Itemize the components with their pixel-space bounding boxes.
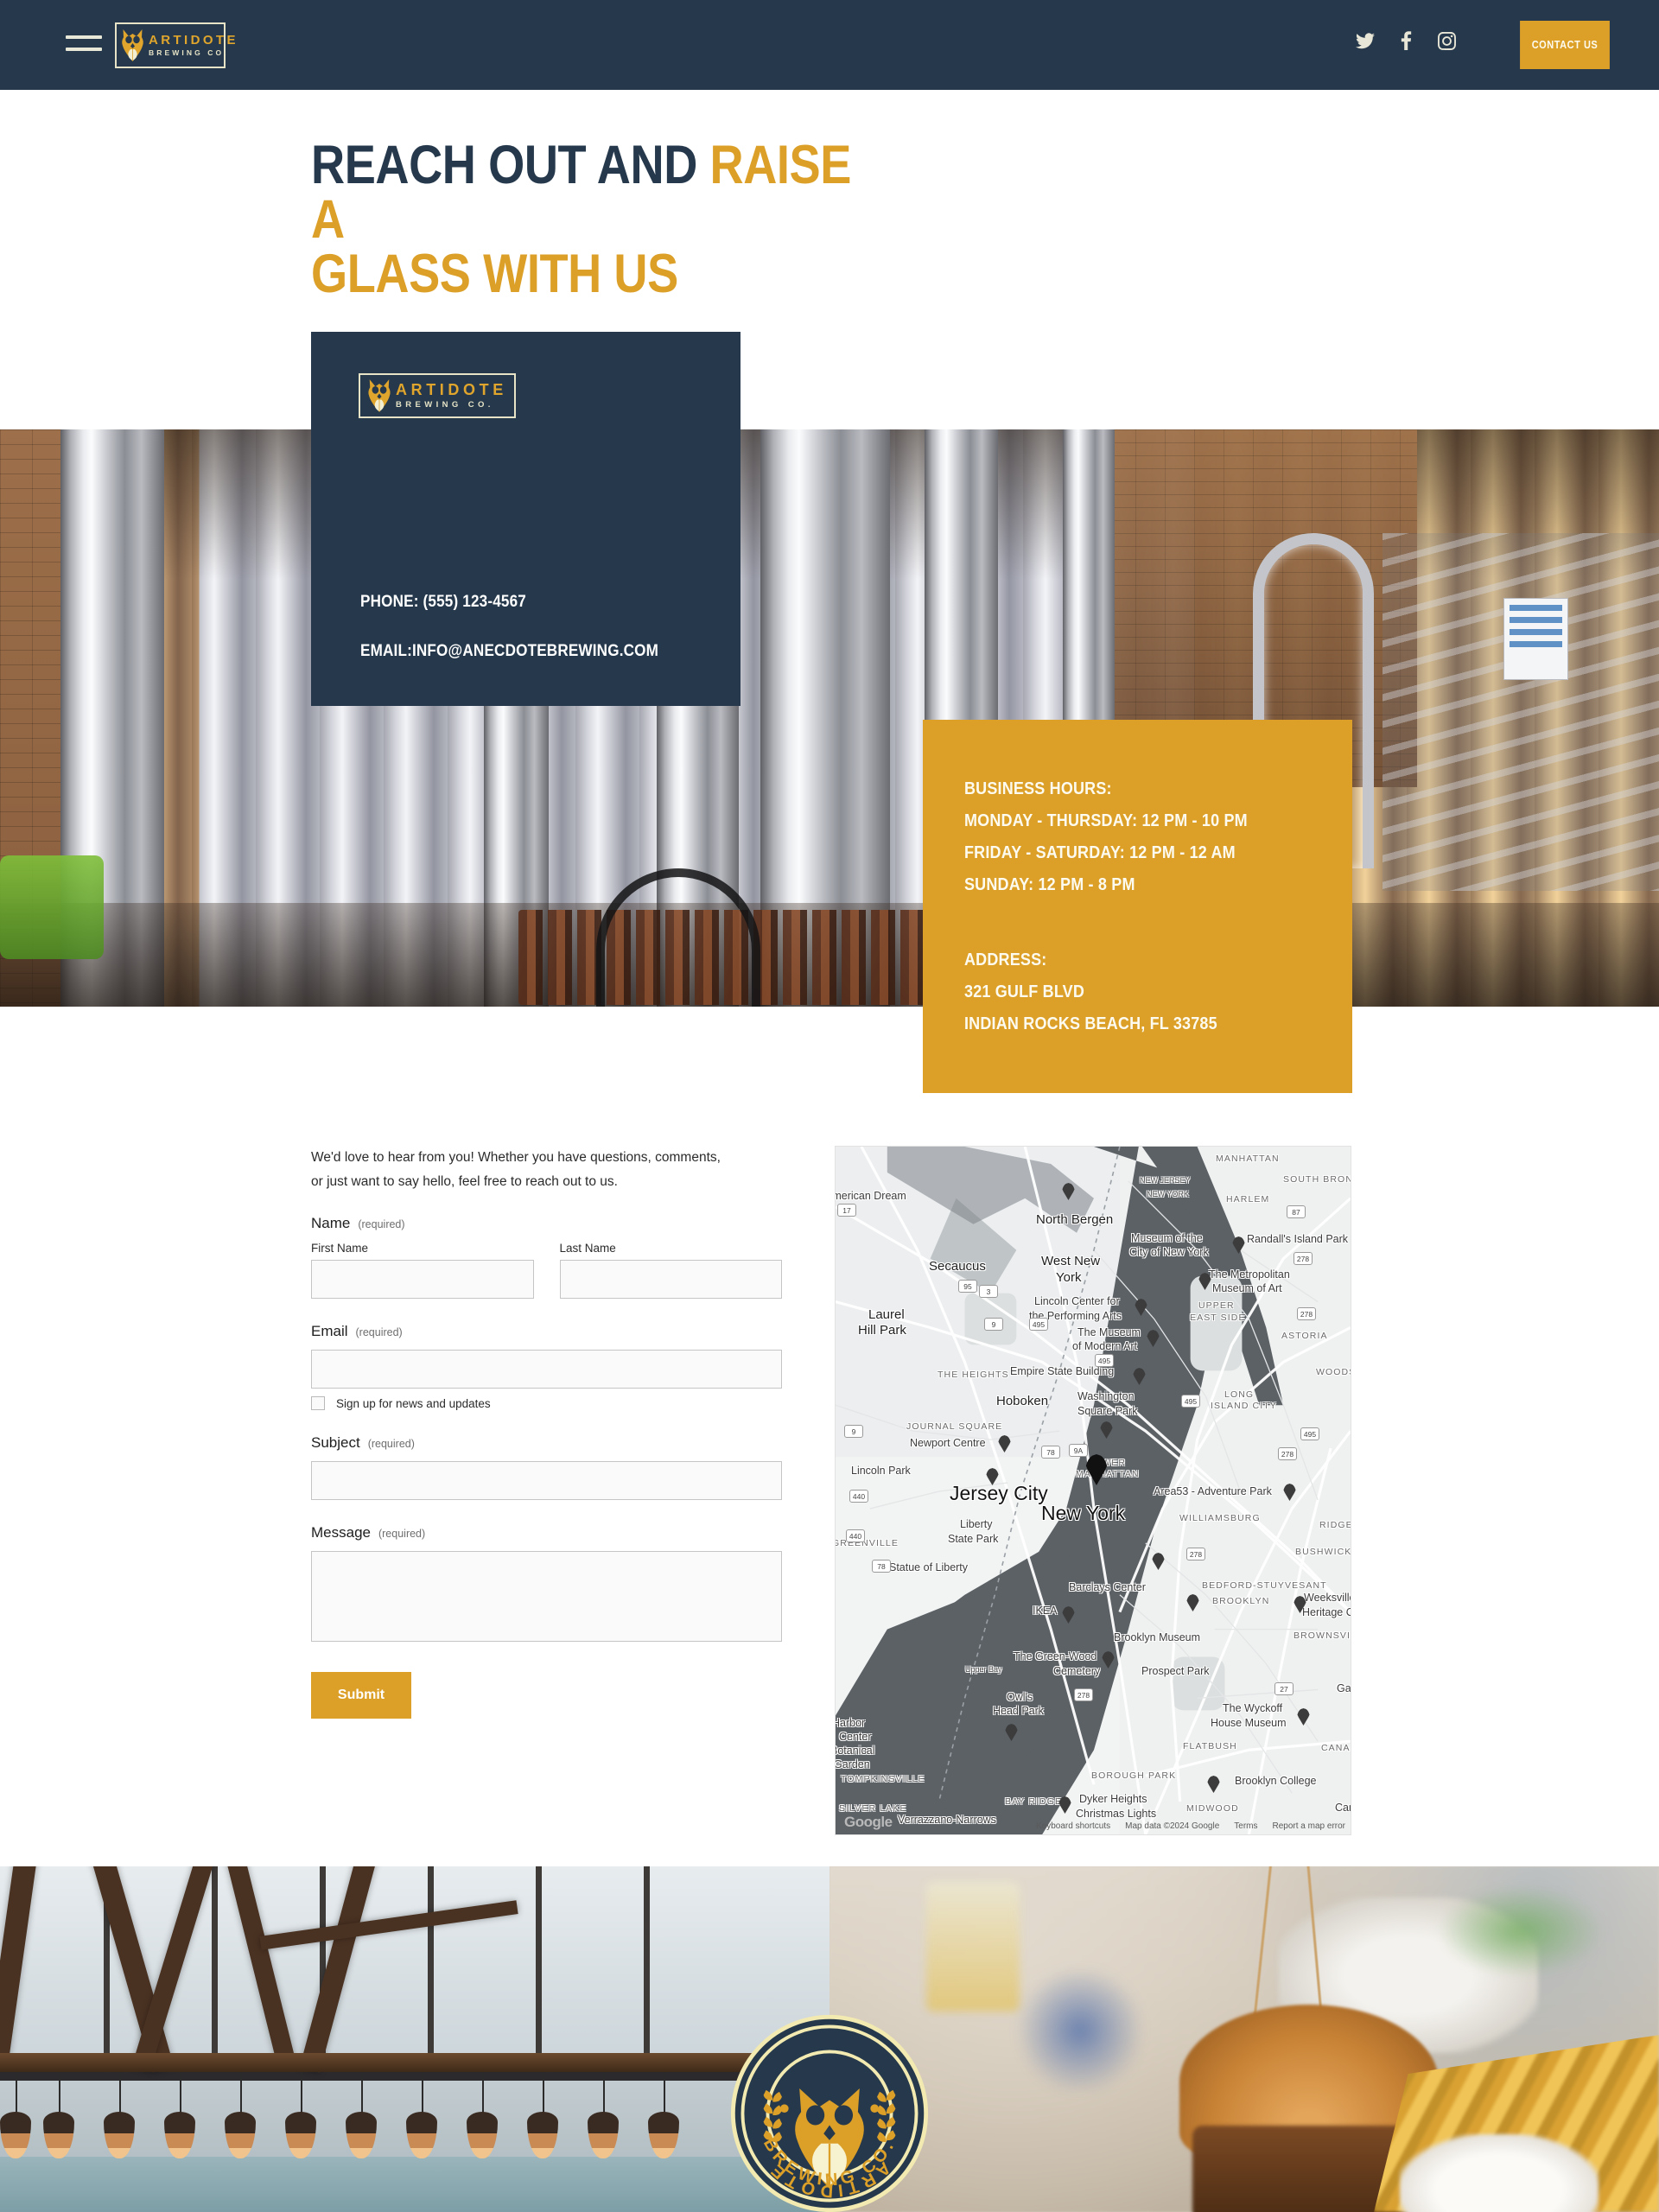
map-route-shield: 495 [1181, 1395, 1200, 1408]
business-hours-card: BUSINESS HOURS: MONDAY - THURSDAY: 12 PM… [923, 720, 1352, 1093]
first-name-input[interactable] [311, 1260, 534, 1300]
site-header: ARTIDOTE BREWING CO. CONTACT US [0, 0, 1659, 90]
card-logo-subtitle: BREWING CO. [396, 400, 494, 410]
last-name-input[interactable] [559, 1260, 782, 1300]
map-route-shield: 278 [1186, 1548, 1205, 1560]
logo-subtitle: BREWING CO. [149, 48, 229, 58]
subject-field-label: Subject (required) [311, 1434, 782, 1452]
owl-icon [368, 379, 391, 412]
map-route-shield: 78 [1041, 1446, 1060, 1459]
name-label-text: Name [311, 1215, 351, 1232]
map-route-shield: 495 [1029, 1318, 1048, 1331]
email-text: EMAIL:INFO@ANECDOTEBREWING.COM [360, 642, 659, 660]
card-logo-name: ARTIDOTE [396, 381, 507, 399]
social-links [1356, 31, 1456, 50]
contact-us-button[interactable]: CONTACT US [1520, 21, 1610, 69]
terms-link[interactable]: Terms [1234, 1821, 1257, 1831]
contact-page: ARTIDOTE BREWING CO. CONTACT US REACH OU… [0, 0, 1659, 2212]
phone-text: PHONE: (555) 123-4567 [360, 593, 526, 611]
newsletter-label: Sign up for news and updates [336, 1396, 491, 1410]
map-route-shield: 95 [958, 1280, 977, 1293]
map-route-shield: 78 [872, 1560, 891, 1573]
name-required-text: (required) [358, 1218, 405, 1231]
report-error-link[interactable]: Report a map error [1273, 1821, 1345, 1831]
first-name-label: First Name [311, 1242, 369, 1255]
map-route-shield: 440 [846, 1529, 865, 1542]
headline-part-1: REACH OUT AND [311, 135, 710, 195]
email-label-text: Email [311, 1323, 348, 1340]
subject-input[interactable] [311, 1461, 782, 1501]
name-field-label: Name (required) [311, 1215, 782, 1232]
google-watermark: Google [844, 1814, 893, 1830]
food-image [830, 1866, 1659, 2212]
address-title: ADDRESS: [964, 950, 1047, 969]
newsletter-checkbox[interactable] [311, 1396, 325, 1411]
map-data-text: Map data ©2024 Google [1125, 1821, 1220, 1831]
instagram-icon[interactable] [1438, 31, 1456, 50]
map-route-shield: 87 [1287, 1205, 1306, 1218]
form-intro-text: We'd love to hear from you! Whether you … [311, 1150, 721, 1189]
hamburger-menu-icon[interactable] [66, 35, 102, 54]
site-logo[interactable]: ARTIDOTE BREWING CO. [115, 22, 235, 68]
map-route-shield: 17 [837, 1204, 856, 1217]
newsletter-checkbox-row[interactable]: Sign up for news and updates [311, 1396, 782, 1411]
contact-info-card: ARTIDOTE BREWING CO. PHONE: (555) 123-45… [311, 332, 741, 706]
map-route-shield: 495 [1095, 1354, 1114, 1367]
map-route-shield: 495 [1300, 1427, 1319, 1440]
facebook-icon[interactable] [1401, 31, 1412, 50]
location-map[interactable]: American DreamNorth BergenMANHATTANSOUTH… [835, 1146, 1351, 1835]
headline-part-3: GLASS WITH US [311, 244, 678, 304]
map-route-shield: 278 [1074, 1688, 1093, 1701]
hero-brewery-image [0, 429, 1659, 1007]
contact-form: We'd love to hear from you! Whether you … [311, 1146, 782, 1719]
email-required-text: (required) [355, 1326, 403, 1339]
map-route-shield: 9 [984, 1318, 1003, 1331]
map-route-shield: 3 [979, 1285, 998, 1298]
map-route-shield: 278 [1278, 1447, 1297, 1460]
page-title: REACH OUT AND RAISE A GLASS WITH US [311, 138, 876, 302]
twitter-icon[interactable] [1356, 32, 1375, 49]
hours-row: MONDAY - THURSDAY: 12 PM - 10 PM [964, 811, 1248, 830]
keyboard-shortcuts-link[interactable]: Keyboard shortcuts [1036, 1821, 1110, 1831]
map-route-shield: 27 [1274, 1682, 1294, 1695]
hours-row: SUNDAY: 12 PM - 8 PM [964, 875, 1135, 894]
message-required-text: (required) [378, 1528, 426, 1541]
logo-name: ARTIDOTE [149, 33, 238, 48]
email-input[interactable] [311, 1350, 782, 1389]
message-label-text: Message [311, 1524, 371, 1541]
hours-row: FRIDAY - SATURDAY: 12 PM - 12 AM [964, 843, 1236, 862]
subject-required-text: (required) [367, 1438, 415, 1451]
map-route-shield: 278 [1294, 1252, 1313, 1265]
last-name-label: Last Name [559, 1242, 616, 1255]
email-field-label: Email (required) [311, 1323, 782, 1340]
card-logo: ARTIDOTE BREWING CO. [359, 373, 516, 418]
hours-title: BUSINESS HOURS: [964, 779, 1112, 798]
owl-badge-logo: ARTIDOTE BREWING CO. [730, 2014, 929, 2212]
taproom-image [0, 1866, 830, 2212]
message-field-label: Message (required) [311, 1524, 782, 1541]
address-row: INDIAN ROCKS BEACH, FL 33785 [964, 1014, 1217, 1033]
map-geometry [836, 1147, 1351, 1834]
message-textarea[interactable] [311, 1551, 782, 1643]
subject-label-text: Subject [311, 1434, 360, 1452]
map-route-shield: 9 [844, 1425, 863, 1438]
map-route-shield: 440 [849, 1490, 868, 1503]
address-row: 321 GULF BLVD [964, 982, 1085, 1001]
submit-button[interactable]: Submit [311, 1672, 411, 1719]
map-route-shield: 9A [1069, 1444, 1088, 1457]
owl-icon [122, 29, 143, 61]
map-attribution: Keyboard shortcuts Map data ©2024 Google… [1036, 1821, 1345, 1831]
map-route-shield: 278 [1297, 1307, 1316, 1320]
